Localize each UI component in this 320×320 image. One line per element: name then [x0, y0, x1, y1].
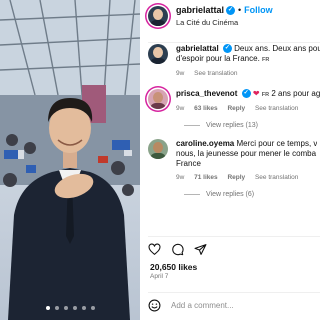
comment-see-translation[interactable]: See translation: [255, 105, 298, 112]
comment-text-line2: nous, la jeunesse pour mener le comba: [176, 149, 317, 158]
carousel-dots: [0, 306, 140, 310]
likes-count[interactable]: 20,650 likes: [150, 262, 197, 272]
comment-item: prisca_thevenot ✓ ❤ FR 2 ans pour ag 9w …: [148, 89, 320, 114]
comment-avatar[interactable]: [148, 139, 168, 159]
comment-username[interactable]: prisca_thevenot: [176, 89, 237, 98]
replies-divider: [184, 125, 200, 126]
comment-see-translation[interactable]: See translation: [255, 174, 298, 181]
comment-time: 9w: [176, 174, 185, 181]
post-header: gabrielattal ✓ • Follow La Cité du Ciném…: [148, 6, 320, 43]
comment-likes[interactable]: 63 likes: [194, 105, 218, 112]
verified-icon: ✓: [222, 44, 232, 54]
comment-reply-button[interactable]: Reply: [227, 174, 245, 181]
post-location[interactable]: La Cité du Cinéma: [176, 19, 273, 27]
instagram-post: gabrielattal ✓ • Follow La Cité du Ciném…: [0, 0, 320, 320]
carousel-dot[interactable]: [90, 306, 95, 310]
caption-username[interactable]: gabrielattal: [176, 44, 219, 53]
comment-likes[interactable]: 71 likes: [194, 174, 218, 181]
comment-item: caroline.oyema Merci pour ce temps, v no…: [148, 139, 320, 183]
verified-icon: ✓: [241, 89, 251, 99]
post-side-panel: gabrielattal ✓ • Follow La Cité du Ciném…: [140, 0, 320, 320]
carousel-dot[interactable]: [63, 306, 68, 310]
share-icon[interactable]: [194, 243, 207, 256]
header-separator: •: [238, 5, 242, 15]
carousel-dot[interactable]: [81, 306, 86, 310]
caption-time: 9w: [176, 70, 185, 77]
comment-username[interactable]: caroline.oyema: [176, 139, 234, 148]
action-bar: [148, 236, 320, 256]
caption-see-translation[interactable]: See translation: [194, 70, 237, 77]
carousel-dot[interactable]: [54, 306, 59, 310]
caption-text-line1: Deux ans. Deux ans pour: [234, 44, 320, 53]
author-avatar[interactable]: [148, 6, 168, 26]
follow-button[interactable]: Follow: [244, 6, 273, 15]
comment-avatar[interactable]: [148, 89, 168, 109]
comment-lang-tag: FR: [261, 92, 270, 98]
add-comment-bar: Add a comment...: [148, 292, 320, 317]
caption: gabrielattal ✓ Deux ans. Deux ans pour d…: [148, 44, 320, 79]
comment-text-line1: Merci pour ce temps, v: [236, 139, 318, 148]
comment-icon[interactable]: [171, 243, 184, 256]
view-replies-label: View replies (13): [206, 122, 259, 129]
post-photo[interactable]: [0, 0, 140, 320]
heart-icon[interactable]: [148, 243, 161, 256]
photo-illustration: [0, 0, 140, 320]
replies-divider: [184, 194, 200, 195]
verified-icon: ✓: [226, 6, 236, 15]
view-replies-button[interactable]: View replies (6): [184, 191, 320, 198]
emoji-icon[interactable]: [148, 299, 161, 312]
post-date: April 7: [150, 273, 169, 280]
add-comment-input[interactable]: Add a comment...: [171, 301, 234, 310]
comment-text-line3: France: [176, 159, 201, 168]
comments-list: gabrielattal ✓ Deux ans. Deux ans pour d…: [148, 44, 320, 208]
heart-emoji: ❤: [252, 89, 260, 98]
view-replies-button[interactable]: View replies (13): [184, 122, 320, 129]
caption-avatar[interactable]: [148, 44, 168, 64]
carousel-dot[interactable]: [45, 306, 50, 310]
author-username[interactable]: gabrielattal: [176, 6, 224, 15]
caption-lang-tag: FR: [262, 57, 270, 63]
caption-text-line2: d'espoir pour la France.: [176, 54, 260, 63]
comment-text: 2 ans pour ag: [271, 89, 320, 98]
view-replies-label: View replies (6): [206, 191, 255, 198]
carousel-dot[interactable]: [72, 306, 77, 310]
comment-reply-button[interactable]: Reply: [227, 105, 245, 112]
comment-time: 9w: [176, 105, 185, 112]
